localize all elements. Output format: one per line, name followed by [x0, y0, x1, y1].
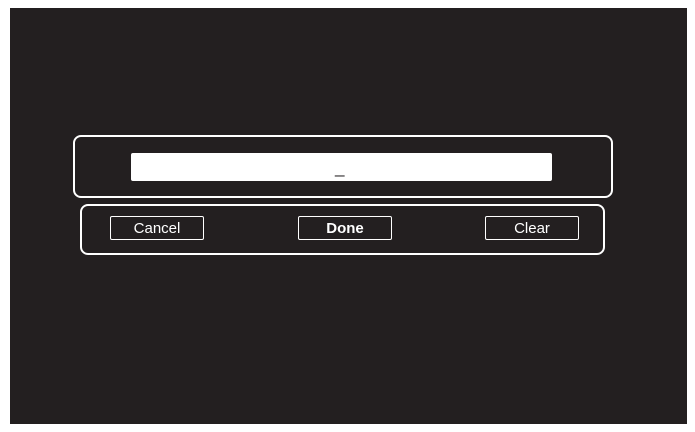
done-button[interactable]: Done [298, 216, 392, 240]
text-input-field[interactable]: _ [131, 153, 552, 181]
cancel-button[interactable]: Cancel [110, 216, 204, 240]
tv-screen: _ Cancel Done Clear [10, 8, 687, 424]
input-panel: _ [73, 135, 613, 198]
clear-button[interactable]: Clear [485, 216, 579, 240]
button-panel: Cancel Done Clear [80, 204, 605, 255]
text-cursor: _ [335, 158, 345, 177]
